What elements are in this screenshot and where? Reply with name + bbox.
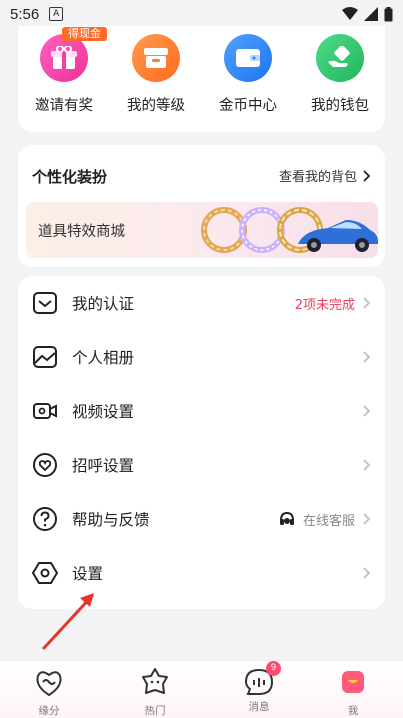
- shield-check-icon: [33, 292, 57, 314]
- shortcut-coins[interactable]: 金币中心: [208, 34, 288, 115]
- gift-icon: [40, 34, 88, 82]
- signal-icon: [364, 7, 378, 21]
- shortcut-label: 金币中心: [219, 98, 277, 114]
- chevron-right-icon: [363, 169, 371, 182]
- customer-service-icon: [279, 511, 294, 525]
- chevron-right-icon: [363, 567, 371, 579]
- banner-text: 道具特效商城: [38, 224, 125, 240]
- tab-fate[interactable]: 缘分: [19, 667, 79, 718]
- album-icon: [33, 346, 57, 368]
- menu-label: 帮助与反馈: [72, 511, 150, 529]
- menu-item-help-feedback[interactable]: 帮助与反馈 在线客服: [18, 492, 385, 546]
- shortcut-card: 邀请有奖 我的等级 金币中心 我的钱包: [18, 26, 385, 132]
- view-backpack-link[interactable]: 查看我的背包: [279, 166, 371, 185]
- menu-label: 我的认证: [72, 295, 135, 313]
- chevron-right-icon: [363, 405, 371, 417]
- battery-icon: [384, 6, 393, 21]
- menu-right: [363, 405, 371, 417]
- shortcut-label: 我的钱包: [311, 98, 369, 114]
- menu-label: 个人相册: [72, 349, 135, 367]
- invite-badge: 得现金: [62, 27, 107, 41]
- view-backpack-label: 查看我的背包: [278, 170, 357, 185]
- me-icon: [342, 671, 364, 693]
- shortcut-wallet[interactable]: 我的钱包: [300, 34, 380, 115]
- shortcut-label: 邀请有奖: [35, 98, 93, 114]
- menu-card: 我的认证 2项未完成 个人相册 视频设置 招呼设置 帮助与反馈 在线客服 设置: [18, 276, 385, 609]
- menu-right: [363, 459, 371, 471]
- menu-right: [363, 567, 371, 579]
- menu-item-album[interactable]: 个人相册: [18, 330, 385, 384]
- box-icon: [132, 34, 180, 82]
- settings-hexagon-icon: [32, 562, 58, 584]
- status-icons: [342, 6, 393, 22]
- menu-label: 视频设置: [72, 403, 135, 421]
- personalization-card: 个性化装扮 查看我的背包 道具特效商城: [18, 145, 385, 267]
- notification-icon: A: [49, 7, 64, 21]
- shortcut-level[interactable]: 我的等级: [116, 34, 196, 115]
- wallet-icon: [224, 34, 272, 82]
- help-icon: [33, 507, 57, 531]
- wifi-icon: [342, 7, 358, 20]
- menu-right: 2项未完成: [295, 294, 371, 313]
- greeting-heart-icon: [33, 453, 57, 477]
- section-title: 个性化装扮: [32, 168, 108, 186]
- bottom-nav: 缘分 热门 9 消息 我: [0, 660, 403, 718]
- chevron-right-icon: [363, 351, 371, 363]
- shortcut-invite[interactable]: 邀请有奖: [24, 34, 104, 115]
- sports-car-image: [298, 220, 378, 252]
- verification-status: 2项未完成: [294, 297, 355, 313]
- tab-messages[interactable]: 9 消息: [229, 661, 289, 714]
- tab-hot[interactable]: 热门: [125, 667, 185, 718]
- chevron-right-icon: [363, 459, 371, 471]
- item-mall-banner[interactable]: 道具特效商城: [26, 202, 378, 258]
- menu-right: 在线客服: [279, 510, 371, 529]
- tab-label: 我: [347, 705, 359, 717]
- tab-label: 消息: [248, 701, 270, 713]
- menu-item-video-settings[interactable]: 视频设置: [18, 384, 385, 438]
- menu-label: 招呼设置: [72, 457, 135, 475]
- hot-icon: [142, 668, 168, 694]
- money-hand-icon: [316, 34, 364, 82]
- menu-item-greeting-settings[interactable]: 招呼设置: [18, 438, 385, 492]
- chevron-right-icon: [363, 513, 371, 525]
- status-bar: 5:56 A: [0, 0, 403, 28]
- tab-label: 缘分: [38, 705, 60, 717]
- annotation-arrow-icon: [42, 593, 94, 650]
- message-icon-wrap: 9: [244, 661, 281, 697]
- status-time: 5:56: [10, 5, 40, 23]
- tab-me[interactable]: 我: [323, 667, 383, 718]
- chevron-right-icon: [363, 297, 371, 309]
- tab-label: 热门: [144, 705, 166, 717]
- online-service-label: 在线客服: [302, 513, 355, 529]
- menu-right: [363, 351, 371, 363]
- menu-label: 设置: [72, 565, 104, 583]
- message-count-badge: 9: [266, 661, 281, 676]
- fate-icon: [36, 671, 62, 697]
- shortcut-label: 我的等级: [127, 98, 185, 114]
- video-camera-icon: [33, 403, 57, 419]
- menu-item-verification[interactable]: 我的认证 2项未完成: [18, 276, 385, 330]
